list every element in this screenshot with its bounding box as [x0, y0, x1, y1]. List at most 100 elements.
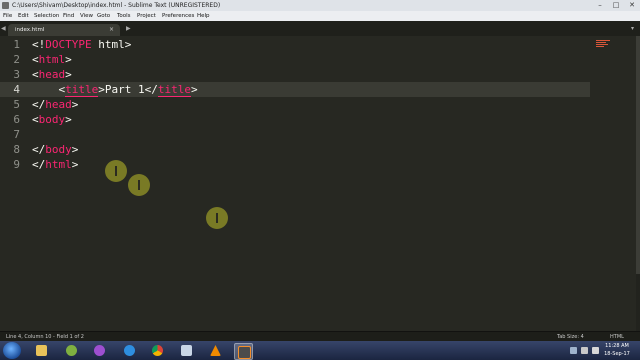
- tab-label: index.html: [15, 27, 45, 33]
- taskbar-app[interactable]: [91, 343, 108, 358]
- clock-date: 18-Sep-17: [604, 351, 630, 357]
- code-punct: <: [32, 68, 39, 81]
- mouse-click-highlight: [206, 207, 228, 229]
- volume-icon[interactable]: [592, 347, 599, 354]
- menu-project[interactable]: Project: [137, 11, 156, 21]
- menu-help[interactable]: Help: [197, 11, 210, 21]
- tray-icon[interactable]: [570, 347, 577, 354]
- code-tag-field-1: title: [65, 83, 99, 97]
- code-line[interactable]: 7: [0, 127, 590, 142]
- code-text: <head>: [32, 67, 72, 82]
- code-punct: >: [71, 158, 79, 171]
- line-number: 8: [13, 143, 20, 156]
- menu-goto[interactable]: Goto: [97, 11, 110, 21]
- app-icon: [94, 345, 105, 356]
- vertical-scrollbar-thumb[interactable]: [636, 36, 640, 274]
- line-number: 5: [13, 98, 20, 111]
- vlc-cone-icon: [210, 345, 221, 356]
- code-punct: >: [71, 98, 79, 111]
- taskbar-chrome[interactable]: [149, 343, 166, 358]
- code-line[interactable]: 2 <html>: [0, 52, 590, 67]
- code-editor[interactable]: 1 <!DOCTYPE html> 2 <html> 3 <head> 4 <t…: [0, 36, 640, 331]
- code-tag: head: [45, 98, 72, 111]
- close-tab-icon[interactable]: ×: [109, 24, 114, 36]
- windows-taskbar: 11:28 AM 18-Sep-17: [0, 341, 640, 360]
- line-number: 7: [13, 128, 20, 141]
- code-punct: >: [65, 113, 72, 126]
- menu-view[interactable]: View: [80, 11, 93, 21]
- minimap[interactable]: [596, 39, 610, 51]
- ie-icon: [124, 345, 135, 356]
- folder-icon: [36, 345, 47, 356]
- line-number: 9: [13, 158, 20, 171]
- close-window-button[interactable]: ✕: [625, 1, 639, 10]
- tab-list-dropdown-icon[interactable]: ▾: [631, 24, 634, 33]
- menu-file[interactable]: File: [3, 11, 12, 21]
- taskbar-media-player[interactable]: [63, 343, 80, 358]
- line-number: 3: [13, 68, 20, 81]
- tab-index-html[interactable]: index.html ×: [8, 24, 120, 36]
- code-punct: html>: [91, 38, 132, 51]
- code-punct: </: [32, 98, 46, 111]
- menu-edit[interactable]: Edit: [18, 11, 29, 21]
- code-content: >Part 1</: [98, 83, 158, 96]
- line-number: 1: [13, 38, 20, 51]
- tab-strip: ◀ index.html × ▶ ▾: [0, 21, 640, 36]
- code-punct: >: [65, 68, 72, 81]
- mouse-click-highlight: [105, 160, 127, 182]
- sublime-app-icon: [2, 2, 9, 9]
- code-tag: DOCTYPE: [45, 38, 92, 51]
- menu-selection[interactable]: Selection: [34, 11, 59, 21]
- code-text: <body>: [32, 112, 72, 127]
- code-text: <!DOCTYPE html>: [32, 37, 131, 52]
- network-icon[interactable]: [581, 347, 588, 354]
- code-text: <title>Part 1</title>: [32, 82, 198, 97]
- vertical-scrollbar-track[interactable]: [636, 36, 640, 331]
- code-line[interactable]: 3 <head>: [0, 67, 590, 82]
- code-tag: head: [38, 68, 66, 81]
- maximize-button[interactable]: □: [609, 1, 623, 10]
- taskbar-app[interactable]: [178, 343, 195, 358]
- code-line[interactable]: 5 </head>: [0, 97, 590, 112]
- code-line[interactable]: 8 </body>: [0, 142, 590, 157]
- code-tag: body: [45, 143, 72, 156]
- line-number: 6: [13, 113, 20, 126]
- media-icon: [66, 345, 77, 356]
- menu-preferences[interactable]: Preferences: [162, 11, 194, 21]
- start-button[interactable]: [3, 342, 21, 359]
- menu-find[interactable]: Find: [63, 11, 74, 21]
- clock-time: 11:28 AM: [605, 343, 629, 349]
- code-text: </body>: [32, 142, 78, 157]
- code-line[interactable]: 9 </html>: [0, 157, 590, 172]
- window-title: C:\Users\Shivam\Desktop\index.html - Sub…: [12, 2, 221, 9]
- taskbar-vlc[interactable]: [207, 343, 224, 358]
- code-punct: </: [32, 143, 46, 156]
- line-number: 2: [13, 53, 20, 66]
- code-tag: html: [45, 158, 72, 171]
- code-line[interactable]: 6 <body>: [0, 112, 590, 127]
- code-punct: >: [65, 53, 72, 66]
- taskbar-clock[interactable]: 11:28 AM 18-Sep-17: [602, 342, 632, 358]
- tab-scroll-left-icon[interactable]: ◀: [1, 24, 6, 33]
- app-icon: [181, 345, 192, 356]
- code-text: </head>: [32, 97, 78, 112]
- code-line[interactable]: 1 <!DOCTYPE html>: [0, 37, 590, 52]
- tab-scroll-right-icon[interactable]: ▶: [126, 24, 131, 33]
- minimize-button[interactable]: –: [593, 1, 607, 10]
- taskbar-explorer[interactable]: [33, 343, 50, 358]
- code-tag: body: [38, 113, 66, 126]
- code-punct: </: [32, 158, 46, 171]
- menu-tools[interactable]: Tools: [117, 11, 131, 21]
- chrome-icon: [152, 345, 163, 356]
- code-line-active[interactable]: 4 <title>Part 1</title>: [0, 82, 590, 97]
- code-text: <html>: [32, 52, 72, 67]
- taskbar-sublime-text[interactable]: [234, 343, 253, 360]
- code-punct: <: [32, 53, 39, 66]
- taskbar-internet-explorer[interactable]: [121, 343, 138, 358]
- sublime-icon: [238, 346, 251, 359]
- code-punct: >: [71, 143, 79, 156]
- code-punct: <: [32, 113, 39, 126]
- code-punct: <!: [32, 38, 46, 51]
- code-punct: >: [190, 83, 198, 96]
